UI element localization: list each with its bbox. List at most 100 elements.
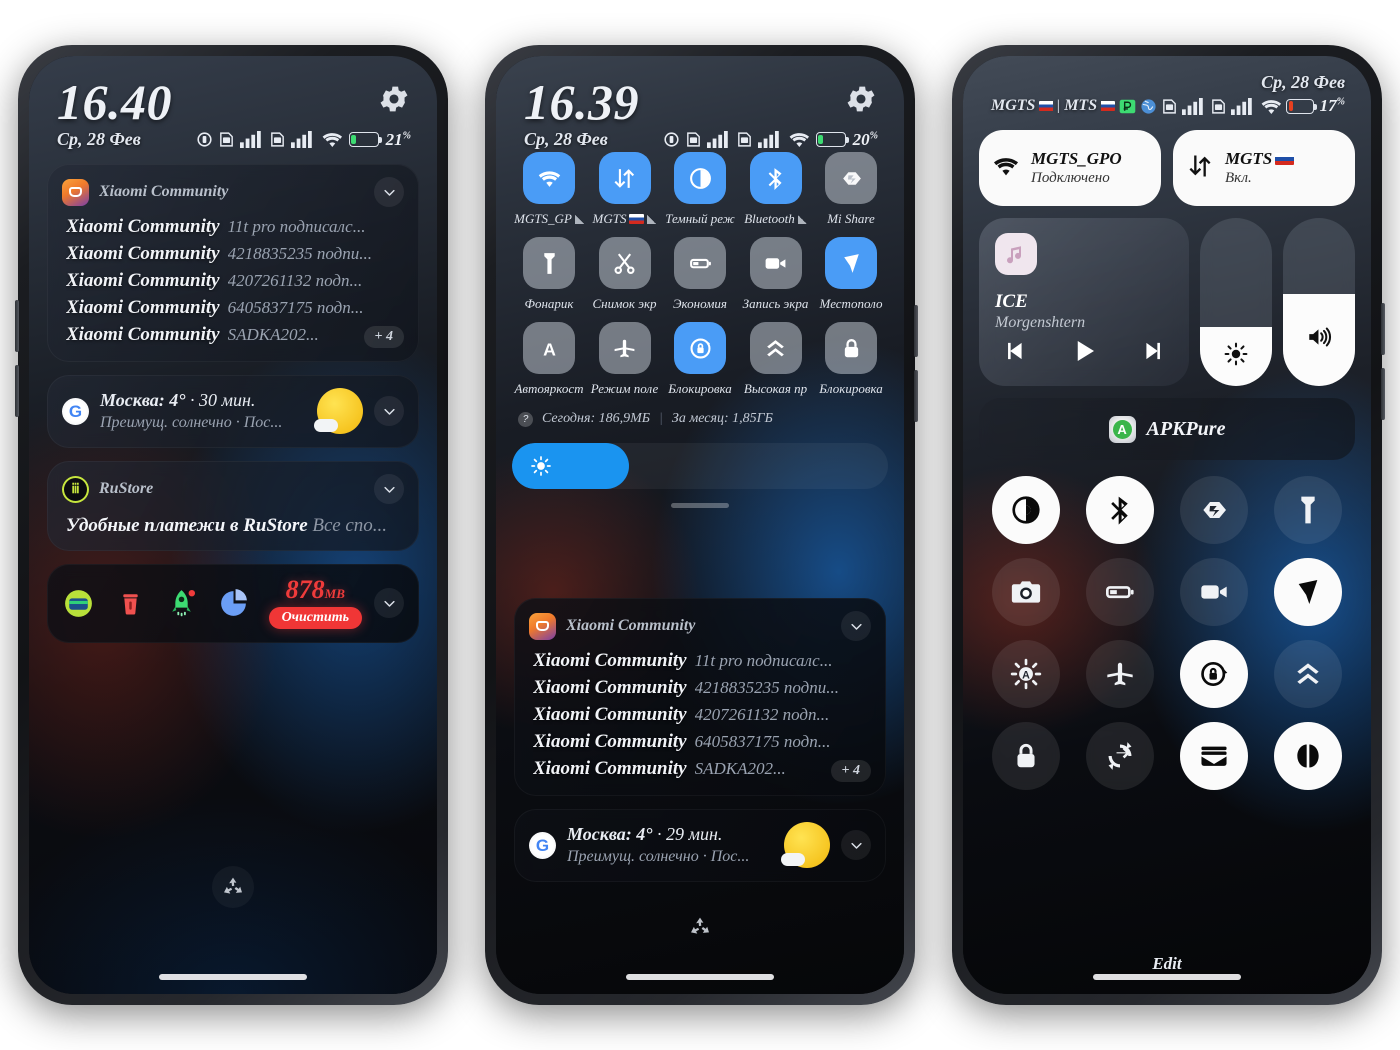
list-item[interactable]: Xiaomi Community 11t pro подписалс... [533, 650, 871, 672]
volume-down-button[interactable] [1381, 368, 1385, 420]
edit-button[interactable]: Edit [963, 954, 1371, 974]
screen-record-toggle[interactable] [1180, 558, 1248, 626]
list-item[interactable]: Xiaomi Community 4218835235 подпи... [66, 243, 404, 265]
list-item[interactable]: Xiaomi Community SADKA202... + 4 [533, 758, 871, 782]
brightness-slider[interactable] [1200, 218, 1272, 386]
clear-button[interactable]: Очистить [268, 607, 362, 629]
bluetooth-toggle[interactable] [1086, 476, 1154, 544]
volume-up-button[interactable] [15, 300, 19, 352]
quick-tile-label: Темный реж [665, 211, 735, 226]
quick-tile-auto-brightness[interactable]: A Автояркост [512, 322, 586, 397]
chevron-down-icon[interactable] [374, 588, 404, 618]
quick-tile-high-performance[interactable]: Высокая пр [739, 322, 813, 397]
previous-track-button[interactable] [1001, 338, 1027, 369]
list-item[interactable]: Xiaomi Community 6405837175 подп... [533, 731, 871, 753]
status-header: 16.39 Ср, 28 Фев 20% [496, 56, 904, 150]
sim1-icon [218, 131, 235, 148]
flashlight-icon [523, 237, 575, 289]
chevron-down-icon[interactable] [374, 474, 404, 504]
drag-handle[interactable] [671, 503, 729, 508]
sim2-icon [269, 131, 286, 148]
quick-settings-row: MGTS_GP MGTS Темный реж Bluetooth Mi Sha… [512, 152, 888, 227]
quick-tile-rotation-lock[interactable]: Блокировка [663, 322, 737, 397]
mobile-data-tile[interactable]: MGTS Вкл. [1173, 130, 1355, 206]
quick-tile-mi-share[interactable]: Mi Share [814, 152, 888, 227]
rotation-lock-toggle[interactable] [1180, 640, 1248, 708]
brightness-slider[interactable] [512, 443, 888, 489]
volume-up-button[interactable] [914, 305, 918, 357]
battery-saver-toggle[interactable] [1086, 558, 1154, 626]
play-button[interactable] [1069, 336, 1099, 371]
item-sub: 4207261132 подп... [227, 271, 363, 290]
russia-flag-icon [1275, 153, 1295, 165]
gear-icon[interactable] [844, 82, 878, 116]
gear-icon[interactable] [377, 82, 411, 116]
wifi-icon [523, 152, 575, 204]
app-shortcut-bar[interactable]: A APKPure [979, 398, 1355, 460]
volume-slider[interactable] [1283, 218, 1355, 386]
wallet-toggle[interactable] [1180, 722, 1248, 790]
auto-brightness-toggle[interactable]: A [992, 640, 1060, 708]
signal-badge-icon [574, 214, 584, 224]
chevron-down-icon[interactable] [374, 177, 404, 207]
list-item[interactable]: Xiaomi Community 4218835235 подпи... [533, 677, 871, 699]
quick-tile-screen-record[interactable]: Запись экра [739, 237, 813, 312]
notification-rustore[interactable]: ⅲ RuStore Удобные платежи в RuStore Все … [47, 461, 419, 551]
data-usage-row[interactable]: ? Сегодня: 186,9МБ | За месяц: 1,85ГБ [518, 411, 888, 427]
chevron-down-icon[interactable] [841, 611, 871, 641]
dark-mode-toggle[interactable] [992, 476, 1060, 544]
mi-share-toggle[interactable] [1180, 476, 1248, 544]
quick-tile-location[interactable]: Местополо [814, 237, 888, 312]
chevron-down-icon[interactable] [841, 830, 871, 860]
wifi-tile[interactable]: MGTS_GPO Подключено [979, 130, 1161, 206]
media-player-card[interactable]: ICE Morgenshtern [979, 218, 1189, 386]
date-label: Ср, 28 Фев [57, 129, 141, 149]
camera-toggle[interactable] [992, 558, 1060, 626]
volume-down-button[interactable] [914, 370, 918, 422]
notification-weather[interactable]: G Москва: 4° · 30 мин. Преимущ. солнечно… [47, 375, 419, 448]
home-indicator[interactable] [626, 974, 774, 980]
flashlight-toggle[interactable] [1274, 476, 1342, 544]
quick-tile-airplane[interactable]: Режим поле [588, 322, 662, 397]
list-item[interactable]: Xiaomi Community 4207261132 подп... [533, 704, 871, 726]
list-item[interactable]: Xiaomi Community 6405837175 подп... [66, 297, 404, 319]
sync-toggle[interactable] [1086, 722, 1154, 790]
high-performance-toggle[interactable] [1274, 640, 1342, 708]
home-indicator[interactable] [1093, 974, 1241, 980]
more-count-badge[interactable]: + 4 [363, 326, 404, 348]
notification-weather[interactable]: G Москва: 4° · 29 мин. Преимущ. солнечно… [514, 809, 886, 882]
next-track-button[interactable] [1141, 338, 1167, 369]
quick-tile-battery-saver[interactable]: Экономия [663, 237, 737, 312]
dark-mode-icon [674, 152, 726, 204]
data-status: Вкл. [1225, 170, 1252, 186]
airplane-toggle[interactable] [1086, 640, 1154, 708]
home-indicator[interactable] [159, 974, 307, 980]
screen-lock-toggle[interactable] [992, 722, 1060, 790]
chevron-down-icon[interactable] [374, 396, 404, 426]
notification-cleaner[interactable]: 878МВ Очистить [47, 564, 419, 643]
rocket-boost-icon[interactable] [165, 587, 198, 620]
quick-tile-dark-mode[interactable]: Темный реж [663, 152, 737, 227]
quick-tile-flashlight[interactable]: Фонарик [512, 237, 586, 312]
quick-tile-bluetooth[interactable]: Bluetooth [739, 152, 813, 227]
storage-chart-icon[interactable] [217, 587, 250, 620]
quick-tile-mobile-data[interactable]: MGTS [588, 152, 662, 227]
quick-tile-screenshot[interactable]: Снимок экр [588, 237, 662, 312]
volume-down-button[interactable] [15, 365, 19, 417]
reading-mode-toggle[interactable] [1274, 722, 1342, 790]
quick-tile-screen-lock[interactable]: Блокировка [814, 322, 888, 397]
more-count-badge[interactable]: + 4 [830, 760, 871, 782]
list-item[interactable]: Xiaomi Community 11t pro подписалс... [66, 216, 404, 238]
quick-tile-label: MGTS_GP [512, 211, 586, 227]
list-item[interactable]: Xiaomi Community SADKA202... + 4 [66, 324, 404, 348]
location-toggle[interactable] [1274, 558, 1342, 626]
notification-xiaomi-community[interactable]: Xiaomi Community Xiaomi Community 11t pro… [47, 164, 419, 362]
media-title: ICE [995, 291, 1028, 312]
xiaomi-community-app-icon [62, 178, 89, 206]
notification-xiaomi-community[interactable]: Xiaomi Community Xiaomi Community 11t pro… [514, 598, 886, 796]
volume-up-button[interactable] [1381, 303, 1385, 355]
quick-tile-wifi[interactable]: MGTS_GP [512, 152, 586, 227]
cleaner-card-icon[interactable] [62, 587, 95, 620]
trash-icon[interactable] [114, 587, 147, 620]
list-item[interactable]: Xiaomi Community 4207261132 подп... [66, 270, 404, 292]
